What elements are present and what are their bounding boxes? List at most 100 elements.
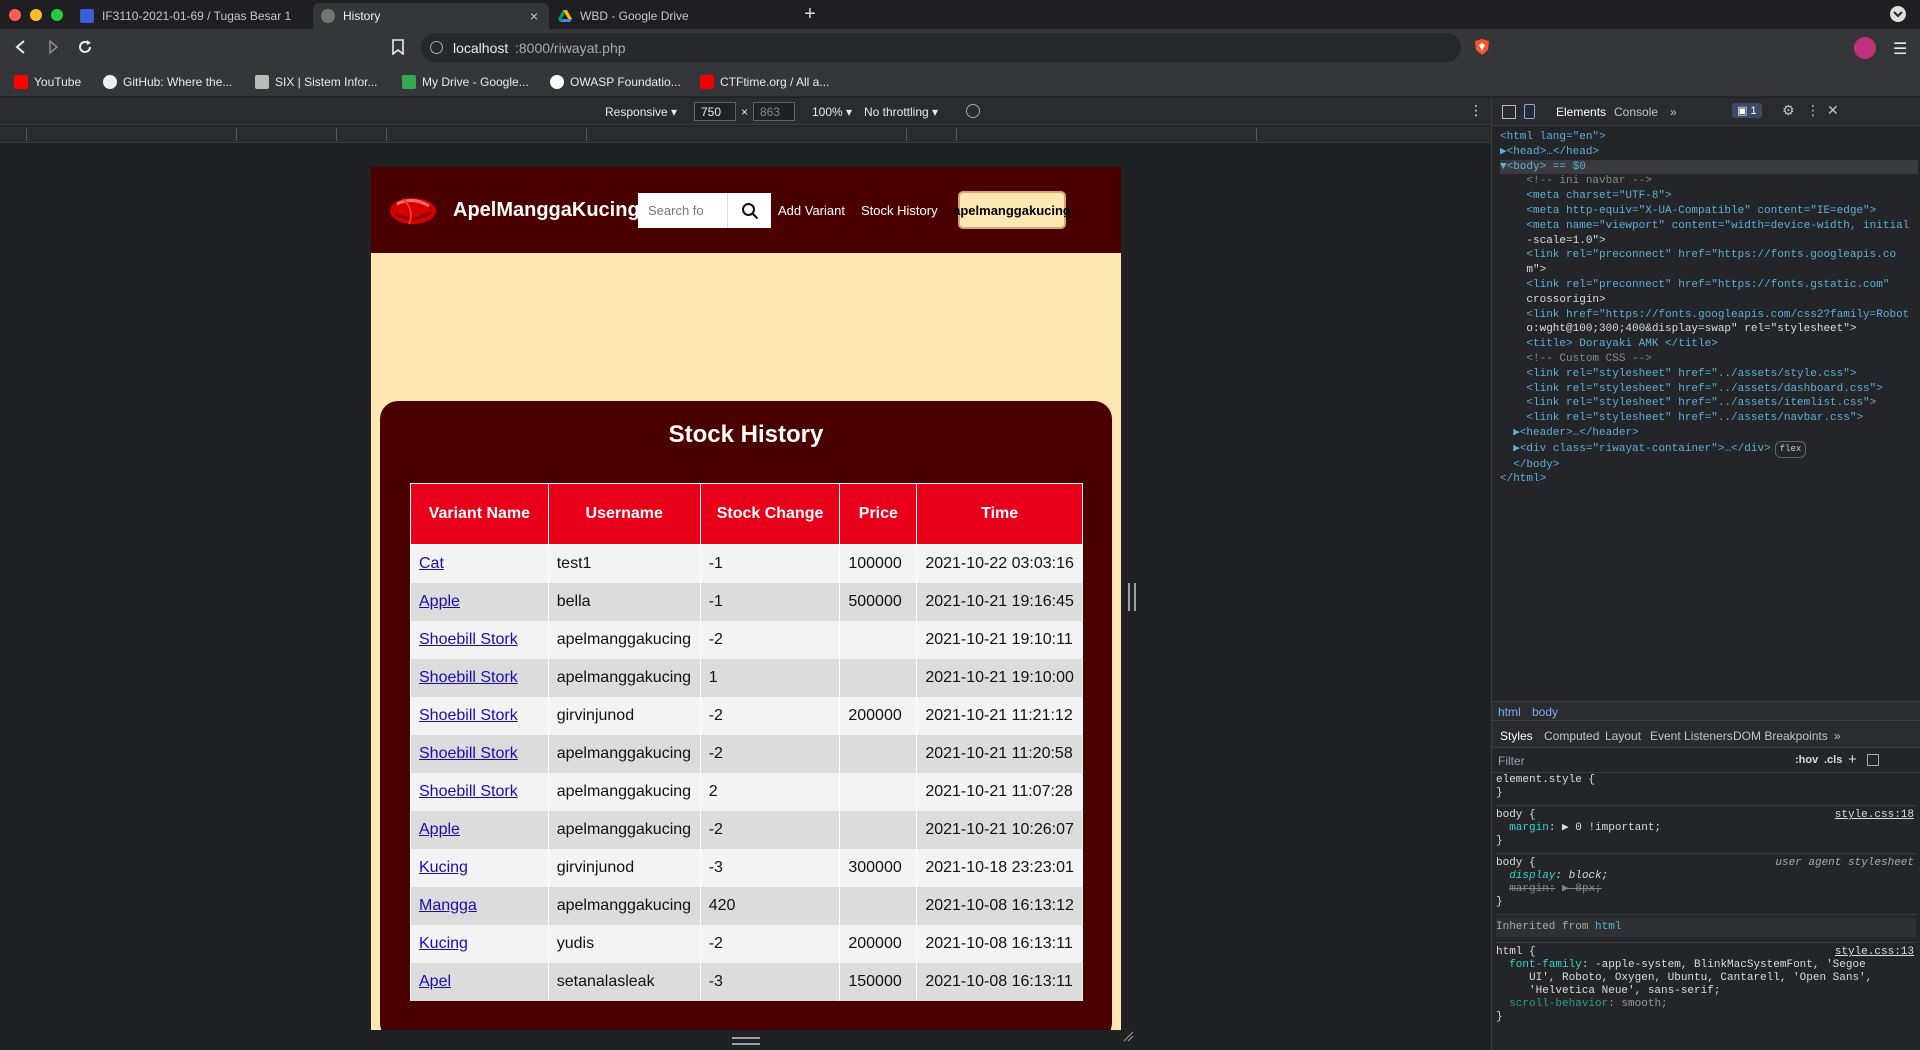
responsive-select[interactable]: Responsive ▾: [605, 105, 677, 119]
ruler-segment[interactable]: [26, 128, 236, 141]
settings-icon[interactable]: ⚙: [1782, 102, 1795, 119]
more-options-icon[interactable]: ⋮: [1469, 102, 1483, 119]
variant-link[interactable]: Apple: [419, 593, 460, 610]
inspect-element-icon[interactable]: [1502, 105, 1516, 119]
dom-line[interactable]: ▶<head>…</head>: [1500, 145, 1918, 160]
dom-line[interactable]: <link rel="preconnect" href="https://fon…: [1500, 278, 1918, 293]
dom-tree[interactable]: <html lang="en"> ▶<head>…</head> ▼<body> =…: [1500, 130, 1918, 750]
search-button[interactable]: [727, 193, 771, 228]
bookmark-six[interactable]: SIX | Sistem Infor...: [255, 72, 378, 91]
dom-line[interactable]: </html>: [1500, 472, 1918, 487]
filter-input[interactable]: Filter: [1498, 754, 1525, 768]
toggle-sidebar-icon[interactable]: [1867, 754, 1879, 766]
tab-styles[interactable]: Styles: [1500, 729, 1533, 743]
zoom-select[interactable]: 100% ▾: [812, 105, 852, 119]
property-value[interactable]: : smooth;: [1608, 998, 1667, 1010]
dom-line[interactable]: -scale=1.0">: [1500, 234, 1918, 249]
more-style-tabs-icon[interactable]: »: [1834, 729, 1841, 743]
property-value[interactable]: : -apple-system, BlinkMacSystemFont, 'Se…: [1582, 959, 1866, 971]
variant-link[interactable]: Shoebill Stork: [419, 631, 518, 648]
rule-html[interactable]: html {style.css:13: [1496, 946, 1916, 959]
user-button[interactable]: apelmanggakucing: [953, 191, 1071, 229]
breadcrumb-html[interactable]: html: [1498, 705, 1521, 719]
dom-line[interactable]: m">: [1500, 263, 1918, 278]
dom-line[interactable]: ▶<div class="riwayat-container">…</div> f…: [1500, 440, 1918, 458]
variant-link[interactable]: Mangga: [419, 897, 477, 914]
nav-stock-history[interactable]: Stock History: [861, 203, 938, 218]
close-devtools-icon[interactable]: ✕: [1827, 102, 1839, 119]
site-info-icon[interactable]: [430, 41, 443, 54]
source-link[interactable]: style.css:13: [1835, 946, 1914, 959]
address-bar[interactable]: localhost :8000/riwayat.php: [421, 33, 1461, 62]
dom-line[interactable]: </body>: [1500, 458, 1918, 473]
dom-line[interactable]: <link href="https://fonts.googleapis.com…: [1500, 308, 1918, 323]
search-input[interactable]: Search fo: [638, 193, 728, 228]
dom-line[interactable]: ▶<header>…</header>: [1500, 426, 1918, 441]
dom-line[interactable]: <link rel="preconnect" href="https://fon…: [1500, 248, 1918, 263]
variant-link[interactable]: Apple: [419, 821, 460, 838]
rule-body-style-css[interactable]: body {style.css:18: [1496, 809, 1916, 822]
variant-link[interactable]: Kucing: [419, 935, 468, 952]
property-name[interactable]: font-family: [1509, 959, 1582, 971]
height-input[interactable]: 863: [753, 102, 795, 121]
bookmark-drive[interactable]: My Drive - Google...: [402, 72, 529, 91]
inherited-source[interactable]: html: [1595, 921, 1621, 933]
ruler-segment[interactable]: [336, 128, 386, 141]
tab-computed[interactable]: Computed: [1544, 729, 1599, 743]
property-name[interactable]: scroll-behavior: [1509, 998, 1608, 1010]
cls-toggle[interactable]: .cls: [1824, 754, 1842, 766]
new-tab-button[interactable]: +: [800, 4, 820, 24]
dom-line[interactable]: <meta name="viewport" content="width=dev…: [1500, 219, 1918, 234]
forward-icon[interactable]: [45, 39, 61, 55]
tab-drive[interactable]: WBD - Google Drive: [550, 3, 790, 29]
ruler-segment[interactable]: [1256, 128, 1466, 141]
ruler-segment[interactable]: [236, 128, 336, 141]
maximize-window-button[interactable]: [51, 9, 63, 21]
back-icon[interactable]: [13, 39, 29, 55]
new-rule-icon[interactable]: +: [1848, 751, 1857, 768]
dom-line[interactable]: <link rel="stylesheet" href="../assets/d…: [1500, 382, 1918, 397]
property-value[interactable]: : ▶ 0 !important;: [1549, 822, 1661, 834]
more-tabs-icon[interactable]: »: [1670, 105, 1677, 119]
resize-handle-bottom[interactable]: [732, 1037, 760, 1045]
issues-badge[interactable]: ▣ 1: [1732, 103, 1762, 118]
ruler-segment[interactable]: [386, 128, 586, 141]
tab-dom-breakpoints[interactable]: DOM Breakpoints: [1733, 729, 1828, 743]
ruler-segment[interactable]: [956, 128, 1056, 141]
device-toggle-icon[interactable]: [1524, 104, 1535, 119]
property-name[interactable]: margin: [1509, 822, 1549, 834]
brand-name[interactable]: ApelManggaKucing: [453, 199, 640, 222]
dom-line[interactable]: <link rel="stylesheet" href="../assets/s…: [1500, 367, 1918, 382]
bookmark-icon[interactable]: [392, 39, 404, 55]
variant-link[interactable]: Kucing: [419, 859, 468, 876]
flex-badge[interactable]: flex: [1774, 440, 1807, 458]
dom-line[interactable]: o:wght@100;300;400&display=swap" rel="st…: [1500, 322, 1918, 337]
resize-corner-icon[interactable]: [1122, 1030, 1134, 1042]
bookmark-ctftime[interactable]: CTFtime.org / All a...: [700, 72, 829, 91]
ruler-segment[interactable]: [906, 128, 956, 141]
dom-line[interactable]: <link rel="stylesheet" href="../assets/n…: [1500, 411, 1918, 426]
variant-link[interactable]: Shoebill Stork: [419, 745, 518, 762]
dom-line[interactable]: ▼<body> == $0: [1500, 159, 1918, 175]
throttling-select[interactable]: No throttling ▾: [864, 105, 938, 119]
dom-line[interactable]: <!-- ini navbar -->: [1500, 174, 1918, 189]
tab-event-listeners[interactable]: Event Listeners: [1650, 729, 1733, 743]
dom-line[interactable]: <meta http-equiv="X-UA-Compatible" conte…: [1500, 204, 1918, 219]
menu-icon[interactable]: ☰: [1893, 39, 1907, 59]
variant-link[interactable]: Apel: [419, 973, 451, 990]
rule-element-style[interactable]: element.style {: [1496, 774, 1916, 787]
variant-link[interactable]: Cat: [419, 555, 444, 572]
width-input[interactable]: 750: [694, 102, 736, 121]
bookmark-owasp[interactable]: OWASP Foundatio...: [550, 72, 681, 91]
resize-handle-right[interactable]: [1128, 583, 1136, 611]
variant-link[interactable]: Shoebill Stork: [419, 783, 518, 800]
logo-icon[interactable]: [389, 194, 437, 226]
tab-gitlab[interactable]: IF3110-2021-01-69 / Tugas Besar 1: [72, 3, 312, 29]
tab-history[interactable]: History ×: [313, 3, 549, 29]
breadcrumb-body[interactable]: body: [1532, 705, 1558, 719]
variant-link[interactable]: Shoebill Stork: [419, 669, 518, 686]
dom-line[interactable]: crossorigin>: [1500, 293, 1918, 308]
tab-console[interactable]: Console: [1614, 105, 1658, 119]
close-tab-icon[interactable]: ×: [527, 8, 541, 24]
dom-line[interactable]: <html lang="en">: [1500, 130, 1918, 145]
